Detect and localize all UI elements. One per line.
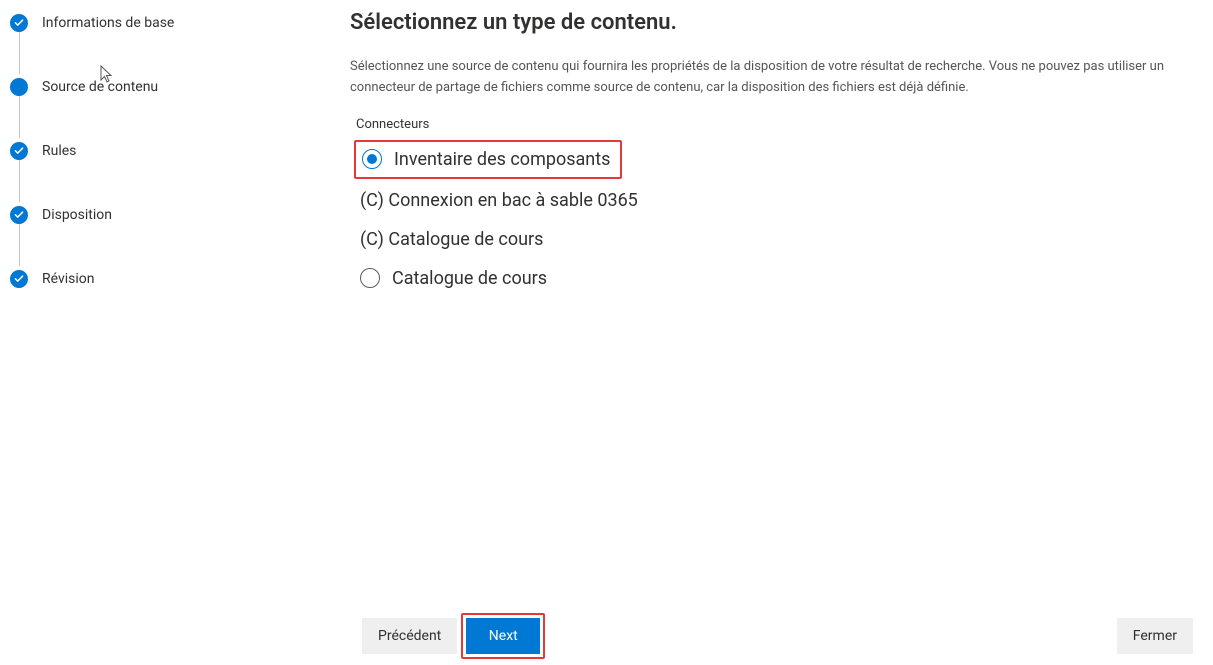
option-label: Inventaire des composants	[394, 146, 610, 173]
option-label: (C) Connexion en bac à sable 0365	[360, 187, 638, 214]
option-catalogue-c: (C) Catalogue de cours	[350, 220, 1193, 259]
step-label: Rules	[42, 143, 76, 159]
main-content: Sélectionnez un type de contenu. Sélecti…	[350, 10, 1193, 298]
check-icon	[10, 14, 28, 32]
next-button[interactable]: Next	[466, 618, 540, 654]
page-description: Sélectionnez une source de contenu qui f…	[350, 57, 1170, 99]
step-source-de-contenu[interactable]: Source de contenu	[10, 74, 260, 100]
step-revision[interactable]: Révision	[10, 266, 260, 292]
active-step-icon	[10, 78, 28, 96]
next-button-highlight: Next	[461, 613, 545, 659]
close-button[interactable]: Fermer	[1117, 618, 1193, 654]
step-rules[interactable]: Rules	[10, 138, 260, 164]
check-icon	[10, 142, 28, 160]
wizard-steps-sidebar: Informations de base Source de contenu R…	[10, 10, 260, 330]
wizard-footer: Précédent Next Fermer	[0, 607, 1213, 665]
step-connector-line	[19, 32, 20, 74]
option-label: (C) Catalogue de cours	[360, 226, 543, 253]
radio-option-catalogue[interactable]: Catalogue de cours	[350, 259, 1193, 298]
option-connexion-bac-sable: (C) Connexion en bac à sable 0365	[350, 181, 1193, 220]
radio-option-inventaire[interactable]: Inventaire des composants	[354, 140, 622, 179]
check-icon	[10, 270, 28, 288]
field-label-connecteurs: Connecteurs	[356, 117, 1193, 132]
step-label: Source de contenu	[42, 79, 158, 95]
step-informations-de-base[interactable]: Informations de base	[10, 10, 260, 36]
radio-icon	[360, 268, 380, 288]
step-label: Révision	[42, 271, 95, 287]
check-icon	[10, 206, 28, 224]
step-connector-line	[19, 96, 20, 138]
option-label: Catalogue de cours	[392, 265, 547, 292]
back-button[interactable]: Précédent	[362, 618, 457, 654]
connector-options: Inventaire des composants (C) Connexion …	[350, 140, 1193, 298]
step-label: Disposition	[42, 207, 112, 223]
page-title: Sélectionnez un type de contenu.	[350, 10, 1193, 35]
radio-icon	[362, 149, 382, 169]
step-connector-line	[19, 160, 20, 202]
step-connector-line	[19, 224, 20, 266]
step-label: Informations de base	[42, 15, 174, 31]
step-disposition[interactable]: Disposition	[10, 202, 260, 228]
